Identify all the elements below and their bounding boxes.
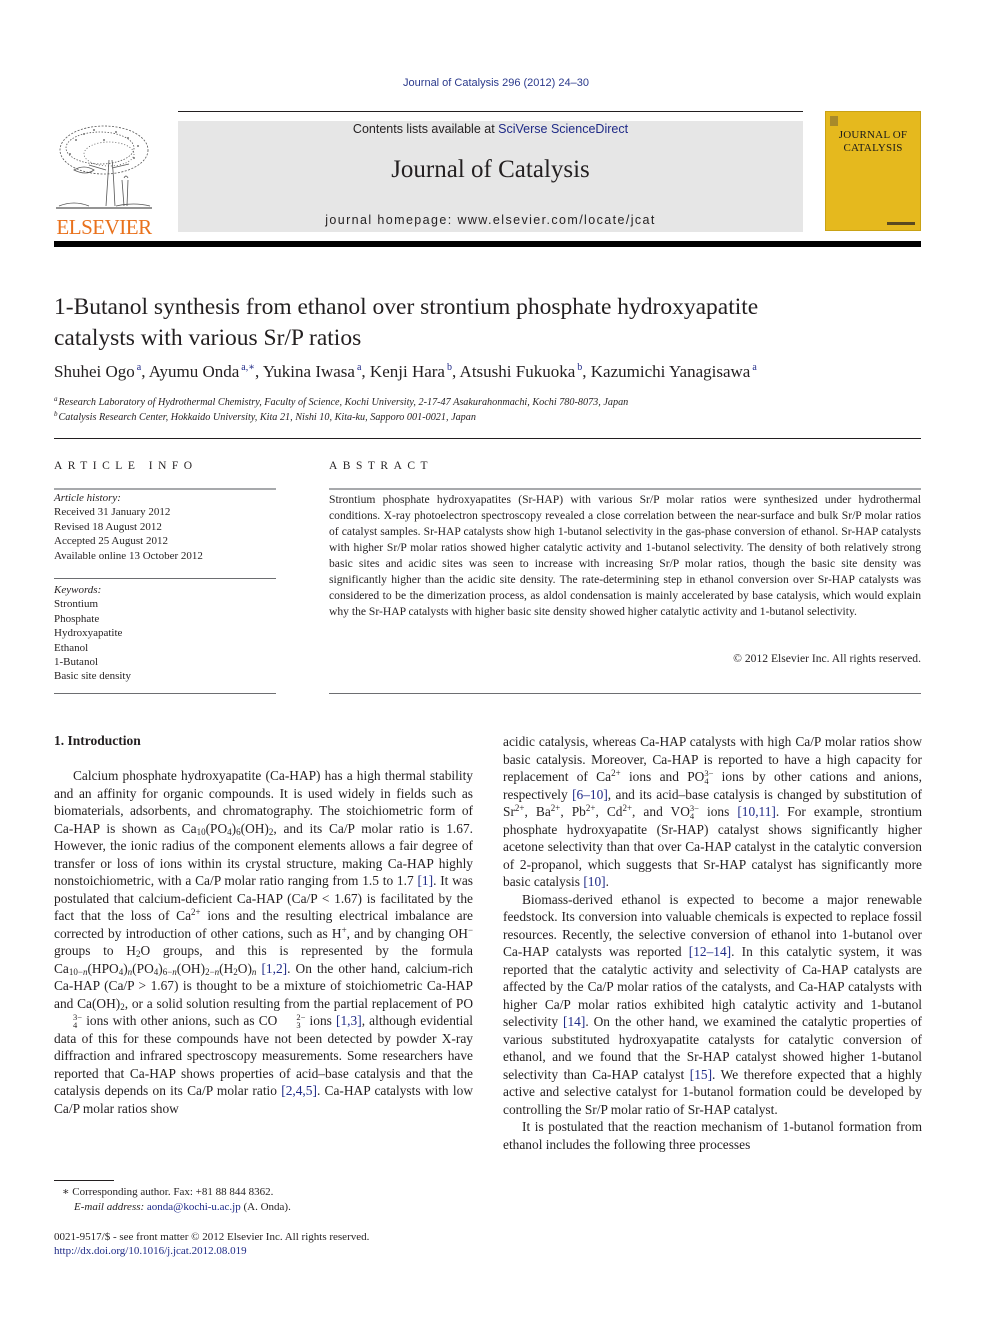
email-note: E-mail address: aonda@kochi-u.ac.jp (A. … [74,1200,291,1215]
author[interactable]: Kenji Hara [370,362,445,381]
abstract-copyright: © 2012 Elsevier Inc. All rights reserved… [733,652,921,665]
author-list: Shuhei Ogo a, Ayumu Onda a,∗, Yukina Iwasa… [54,362,757,381]
affiliation-mark[interactable]: a,∗ [241,362,255,373]
elsevier-tree-icon [56,125,152,209]
corresponding-author-note: ∗ Corresponding author. Fax: +81 88 844 … [62,1186,274,1198]
contents-prefix: Contents lists available at [352,122,499,136]
affiliation-letter: a [54,395,58,403]
affiliation: bCatalysis Research Center, Hokkaido Uni… [54,410,476,423]
keywords-label: Keywords: [54,584,102,596]
keyword: Hydroxyapatite [54,627,123,640]
contents-line: Contents lists available at SciVerse Sci… [178,122,803,136]
reference-link[interactable]: [6–10] [572,787,608,802]
article-info-heading: ARTICLE INFO [54,460,198,472]
affiliation-mark[interactable]: a [137,362,141,373]
history-item: Available online 13 October 2012 [54,549,203,562]
keyword: Strontium [54,598,99,611]
author[interactable]: Kazumichi Yanagisawa [591,362,751,381]
paragraph: It is postulated that the reaction mecha… [503,1119,922,1152]
author[interactable]: Atsushi Fukuoka [460,362,576,381]
paragraph: Calcium phosphate hydroxyapatite (Ca-HAP… [54,768,474,1116]
reference-link[interactable]: [12–14] [689,944,731,959]
reference-link[interactable]: [1] [417,873,433,888]
header-rule [178,111,803,112]
keyword: 1-Butanol [54,656,98,669]
email-link[interactable]: aonda@kochi-u.ac.jp [147,1201,241,1213]
reference-link[interactable]: [10,11] [737,804,776,819]
affiliation-text: Catalysis Research Center, Hokkaido Univ… [58,412,476,423]
email-suffix: (A. Onda). [240,1201,291,1213]
affiliation-letter: b [54,410,58,418]
abstract-bottom-rule [329,693,921,694]
doi-link[interactable]: http://dx.doi.org/10.1016/j.jcat.2012.08… [54,1245,247,1257]
reference-link[interactable]: [15] [690,1067,712,1082]
title-line-1: 1-Butanol synthesis from ethanol over st… [54,294,759,320]
elsevier-wordmark: ELSEVIER [56,215,152,239]
affiliation-text: Research Laboratory of Hydrothermal Chem… [58,397,629,408]
keywords-rule [54,578,276,579]
cover-publisher-icon [830,116,838,126]
author[interactable]: Shuhei Ogo [54,362,135,381]
keyword: Phosphate [54,612,100,625]
reference-link[interactable]: [1,2] [261,961,287,976]
history-item: Accepted 25 August 2012 [54,535,168,548]
footnote-rule [54,1180,114,1181]
journal-citation[interactable]: Journal of Catalysis 296 (2012) 24–30 [0,77,992,89]
reference-link[interactable]: [1,3] [336,1013,362,1028]
author[interactable]: Yukina Iwasa [263,362,355,381]
article-history: Article history: Received 31 January 201… [54,491,276,563]
elsevier-logo[interactable]: ELSEVIER [54,120,154,238]
abstract-text: Strontium phosphate hydroxyapatites (Sr-… [329,493,921,618]
header-thick-rule [54,241,921,247]
journal-name: Journal of Catalysis [391,156,590,183]
affiliation-mark[interactable]: b [447,362,452,373]
affiliation-mark[interactable]: a [357,362,361,373]
section-heading-introduction: 1. Introduction [54,733,141,748]
author[interactable]: Ayumu Onda [149,362,240,381]
affiliation-mark[interactable]: b [577,362,582,373]
cover-title-line2: CATALYSIS [843,142,903,154]
reference-link[interactable]: [10] [583,874,605,889]
keyword: Basic site density [54,670,131,683]
cover-title-line1: JOURNAL OF [838,129,908,141]
abstract-rule [329,488,921,490]
history-item: Revised 18 August 2012 [54,520,162,533]
affiliation: aResearch Laboratory of Hydrothermal Che… [54,395,628,408]
affiliation-mark[interactable]: a [752,362,756,373]
issn-line: 0021-9517/$ - see front matter © 2012 El… [54,1231,370,1243]
article-info-rule [54,488,276,490]
history-label: Article history: [54,492,121,504]
body-left-column: Calcium phosphate hydroxyapatite (Ca-HAP… [54,767,473,1117]
history-item: Received 31 January 2012 [54,506,171,519]
abstract-heading: ABSTRACT [329,460,434,472]
paragraph: Biomass-derived ethanol is expected to b… [503,891,922,1117]
title-line-2: catalysts with various Sr/P ratios [54,325,362,351]
email-label: E-mail address: [74,1201,147,1213]
body-right-column: acidic catalysis, whereas Ca-HAP catalys… [503,733,922,1153]
cover-title: JOURNAL OF CATALYSIS [826,129,920,155]
journal-homepage-link[interactable]: journal homepage: www.elsevier.com/locat… [178,213,803,227]
article-title: 1-Butanol synthesis from ethanol over st… [54,292,924,354]
paragraph: acidic catalysis, whereas Ca-HAP catalys… [503,734,922,889]
sciencedirect-link[interactable]: SciVerse ScienceDirect [498,122,628,136]
reference-link[interactable]: [14] [563,1014,585,1029]
journal-banner: Contents lists available at SciVerse Sci… [178,121,803,232]
section-rule [54,438,921,439]
cover-footer-mark [887,222,915,225]
article-info-bottom-rule [54,693,276,694]
keyword: Ethanol [54,641,89,654]
keywords: Keywords: Strontium Phosphate Hydroxyapa… [54,583,276,684]
reference-link[interactable]: [2,4,5] [281,1083,317,1098]
journal-cover[interactable]: JOURNAL OF CATALYSIS [825,111,921,231]
